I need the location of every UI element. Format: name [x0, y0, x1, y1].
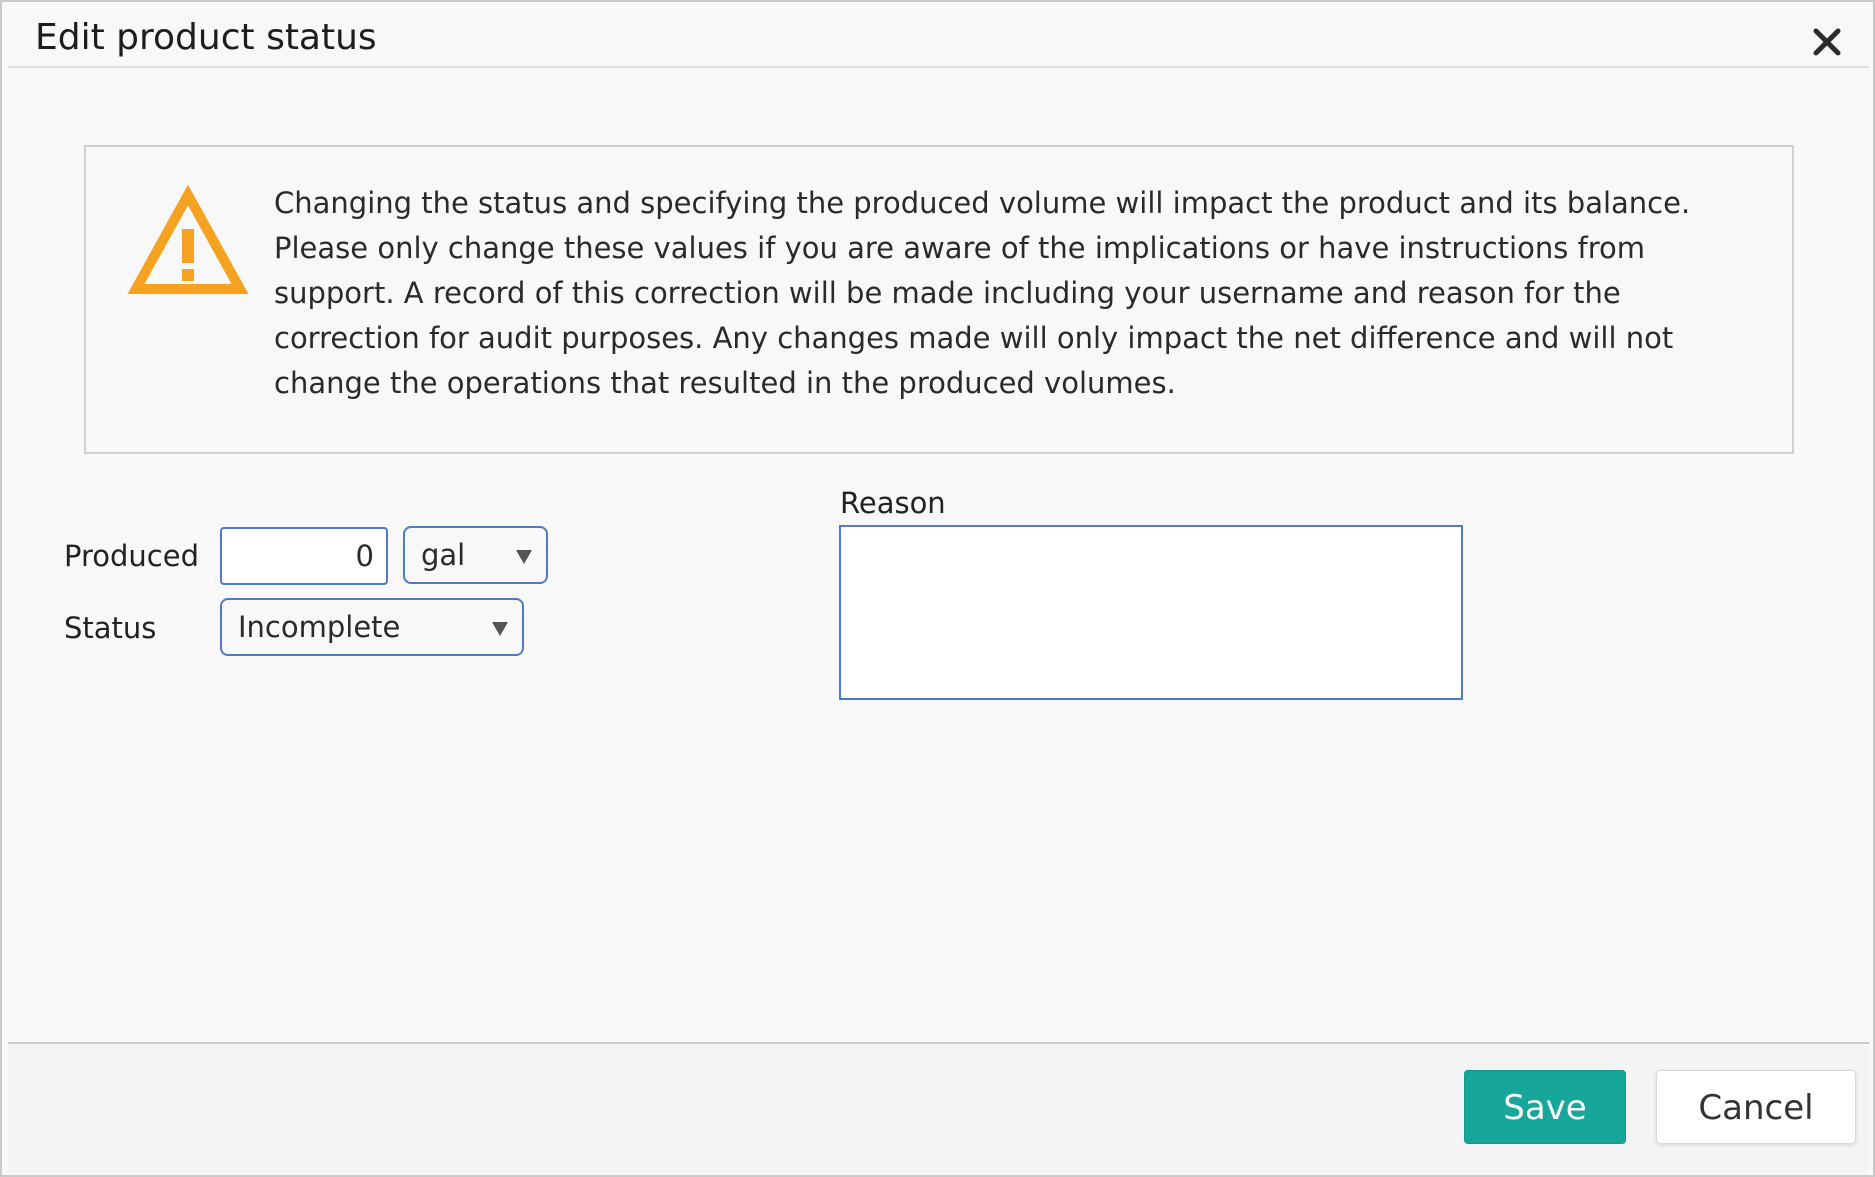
reason-label: Reason: [840, 486, 946, 520]
edit-product-status-dialog: Edit product status Changing the status …: [0, 0, 1875, 1177]
warning-triangle-icon: [127, 185, 249, 294]
unit-select[interactable]: gal: [403, 526, 548, 584]
close-icon: [1813, 28, 1841, 56]
status-select-value: Incomplete: [238, 610, 401, 644]
dropdown-arrow-icon: [516, 550, 532, 564]
save-button[interactable]: Save: [1464, 1070, 1626, 1144]
produced-input[interactable]: 0: [220, 527, 388, 585]
warning-message-box: Changing the status and specifying the p…: [84, 145, 1794, 454]
unit-select-value: gal: [421, 538, 466, 572]
dialog-header: Edit product status: [8, 4, 1869, 68]
dialog-title: Edit product status: [35, 17, 377, 58]
status-label: Status: [64, 611, 157, 645]
warning-text: Changing the status and specifying the p…: [274, 186, 1691, 400]
close-button[interactable]: [1807, 22, 1847, 62]
produced-label: Produced: [64, 539, 199, 573]
status-select[interactable]: Incomplete: [220, 598, 524, 656]
reason-textarea[interactable]: [839, 525, 1463, 700]
cancel-button[interactable]: Cancel: [1656, 1070, 1856, 1144]
dropdown-arrow-icon: [492, 622, 508, 636]
